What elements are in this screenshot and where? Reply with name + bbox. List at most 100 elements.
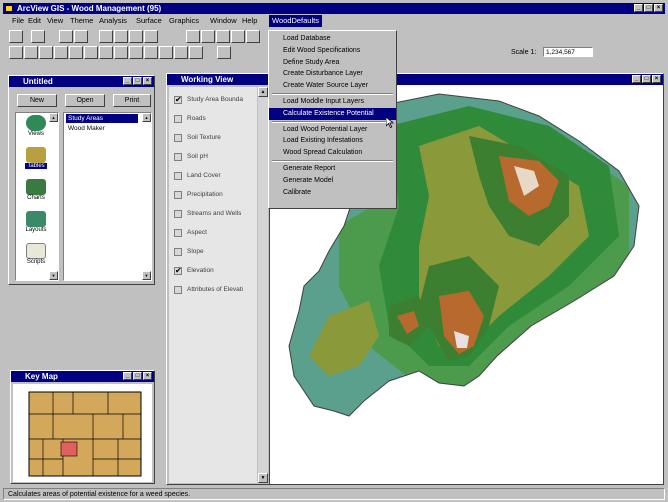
scroll-up-icon[interactable]: ▲ — [258, 87, 268, 97]
project-minimize-icon[interactable]: _ — [123, 77, 132, 85]
zoomin-map-tool[interactable] — [69, 46, 83, 59]
zoom-selected-tool[interactable] — [216, 30, 230, 43]
pan-tool[interactable] — [99, 46, 113, 59]
hotlink-tool[interactable] — [129, 46, 143, 59]
close-icon[interactable]: × — [654, 4, 663, 12]
cut-tool[interactable] — [31, 30, 45, 43]
pointer-tool[interactable] — [9, 46, 23, 59]
open-button[interactable]: Open — [65, 94, 105, 107]
scale-field[interactable]: 1,234,567 — [543, 47, 593, 57]
extra-tool[interactable] — [217, 46, 231, 59]
toc-row[interactable]: Soil Texture — [169, 131, 253, 144]
menu-item-edit-wood-specs[interactable]: Edit Wood Specifications — [269, 45, 396, 57]
project-maximize-icon[interactable]: □ — [133, 77, 142, 85]
text-tool[interactable] — [159, 46, 173, 59]
save-tool[interactable] — [9, 30, 23, 43]
keymap-minimize-icon[interactable]: _ — [123, 372, 132, 380]
table-tool[interactable] — [99, 30, 113, 43]
toc-row[interactable]: Roads — [169, 112, 253, 125]
zoom-out-tool[interactable] — [246, 30, 260, 43]
toc-row[interactable]: Soil pH — [169, 150, 253, 163]
new-button[interactable]: New — [17, 94, 57, 107]
theme-checkbox[interactable] — [174, 248, 182, 256]
menu-item-load-database[interactable]: Load Database — [269, 33, 396, 45]
toc-row[interactable]: ✔ Study Area Bounda — [169, 93, 253, 106]
minimize-icon[interactable]: _ — [634, 4, 643, 12]
scroll-up-icon[interactable]: ▲ — [142, 113, 151, 122]
maximize-icon[interactable]: □ — [644, 4, 653, 12]
menu-wood-defaults[interactable]: WoodDefaults — [269, 15, 322, 27]
toc-row[interactable]: ✔ Elevation — [169, 264, 253, 277]
project-icon-charts[interactable]: Charts — [21, 179, 51, 201]
project-close-icon[interactable]: × — [143, 77, 152, 85]
menu-item-wood-spread[interactable]: Wood Spread Calculation — [269, 147, 396, 159]
menu-help[interactable]: Help — [239, 15, 260, 27]
toc-row[interactable]: Streams and Wells — [169, 207, 253, 220]
scroll-up-icon[interactable]: ▲ — [49, 113, 58, 122]
check-icon[interactable]: ✔ — [174, 266, 182, 275]
legend-tool[interactable] — [144, 30, 158, 43]
theme-checkbox[interactable] — [174, 115, 182, 123]
menu-item-load-existing-infestations[interactable]: Load Existing Infestations — [269, 135, 396, 147]
menu-analysis[interactable]: Analysis — [96, 15, 130, 27]
keymap-close-icon[interactable]: × — [143, 372, 152, 380]
vertex-tool[interactable] — [54, 46, 68, 59]
menu-item-create-water-source[interactable]: Create Water Source Layer — [269, 80, 396, 92]
map-minimize-icon[interactable]: _ — [632, 75, 641, 83]
menu-surface[interactable]: Surface — [133, 15, 165, 27]
menu-item-calibrate[interactable]: Calibrate — [269, 187, 396, 199]
project-icon-layouts[interactable]: Layouts — [21, 211, 51, 233]
toc-row[interactable]: Land Cover — [169, 169, 253, 182]
menu-window[interactable]: Window — [207, 15, 240, 27]
key-map[interactable] — [13, 384, 152, 482]
project-icon-tables[interactable]: Tables — [21, 147, 51, 169]
scroll-down-icon[interactable]: ▼ — [49, 271, 58, 280]
menu-graphics[interactable]: Graphics — [166, 15, 202, 27]
theme-checkbox[interactable] — [174, 172, 182, 180]
zoom-active-tool[interactable] — [201, 30, 215, 43]
draw-tool[interactable] — [174, 46, 188, 59]
toc-row[interactable]: Precipitation — [169, 188, 253, 201]
check-icon[interactable]: ✔ — [174, 95, 182, 104]
theme-checkbox[interactable] — [174, 229, 182, 237]
menu-item-load-wood-potential[interactable]: Load Wood Potential Layer — [269, 124, 396, 136]
toc-row[interactable]: Attributes of Elevati — [169, 283, 253, 296]
project-list[interactable]: Study Areas Wood Maker ▲ ▼ — [63, 112, 152, 281]
measure-tool[interactable] — [114, 46, 128, 59]
scroll-down-icon[interactable]: ▼ — [142, 271, 151, 280]
zoom-full-tool[interactable] — [186, 30, 200, 43]
select-tool[interactable] — [39, 46, 53, 59]
keymap-maximize-icon[interactable]: □ — [133, 372, 142, 380]
map-close-icon[interactable]: × — [652, 75, 661, 83]
project-icon-views[interactable]: Views — [21, 115, 51, 137]
zoom-in-tool[interactable] — [231, 30, 245, 43]
menu-edit[interactable]: Edit — [25, 15, 44, 27]
list-item[interactable]: Study Areas — [66, 114, 138, 123]
theme-checkbox[interactable] — [174, 134, 182, 142]
theme-checkbox[interactable] — [174, 210, 182, 218]
menu-view[interactable]: View — [44, 15, 66, 27]
map-maximize-icon[interactable]: □ — [642, 75, 651, 83]
theme-checkbox[interactable] — [174, 191, 182, 199]
menu-item-generate-report[interactable]: Generate Report — [269, 163, 396, 175]
identify-tool[interactable] — [24, 46, 38, 59]
scroll-down-icon[interactable]: ▼ — [258, 473, 268, 483]
snap-tool[interactable] — [189, 46, 203, 59]
query-tool[interactable] — [129, 30, 143, 43]
menu-item-calculate-existence[interactable]: Calculate Existence Potential — [269, 107, 396, 120]
area-tool[interactable] — [144, 46, 158, 59]
menu-item-create-disturbance[interactable]: Create Disturbance Layer — [269, 68, 396, 80]
menu-item-generate-model[interactable]: Generate Model — [269, 175, 396, 187]
chart-tool[interactable] — [114, 30, 128, 43]
paste-tool[interactable] — [74, 30, 88, 43]
zoomout-map-tool[interactable] — [84, 46, 98, 59]
menu-item-define-study-area[interactable]: Define Study Area — [269, 57, 396, 69]
menu-theme[interactable]: Theme — [67, 15, 96, 27]
menu-item-load-model-inputs[interactable]: Load Moddle Input Layers — [269, 96, 396, 108]
theme-checkbox[interactable] — [174, 153, 182, 161]
list-item[interactable]: Wood Maker — [66, 124, 138, 133]
theme-checkbox[interactable] — [174, 286, 182, 294]
toc-row[interactable]: Slope — [169, 245, 253, 258]
copy-tool[interactable] — [59, 30, 73, 43]
toc-scrollbar[interactable]: ▲ ▼ — [258, 87, 268, 483]
